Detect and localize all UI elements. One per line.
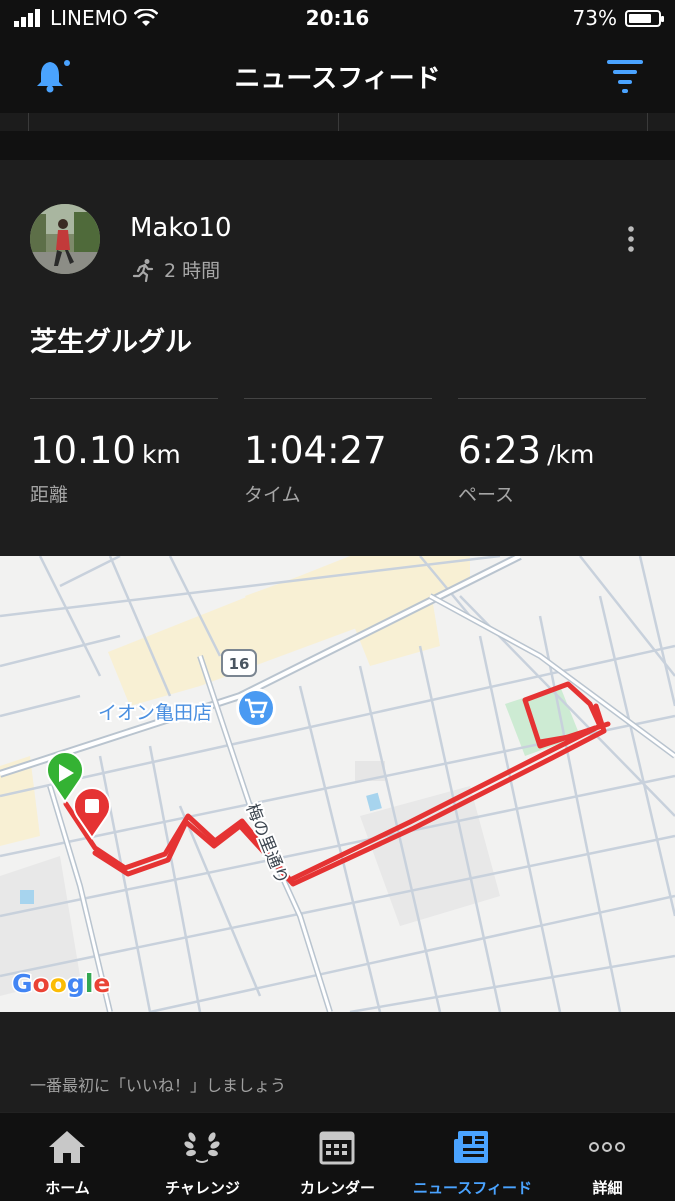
street-label: 梅の里通り xyxy=(241,801,291,887)
more-options-icon[interactable] xyxy=(619,224,643,254)
stat-distance-label: 距離 xyxy=(30,484,69,506)
likes-prompt[interactable]: 一番最初に「いいね！」しましょう xyxy=(30,1072,286,1096)
tab-newsfeed-label: ニュースフィード xyxy=(413,1179,532,1197)
activity-card[interactable]: Mako10 2 時間 芝生グルグル 10.10 km 距離 1:04:27 タイ… xyxy=(0,160,675,556)
tab-home-label: ホーム xyxy=(45,1179,90,1197)
activity-meta: 2 時間 xyxy=(132,256,220,283)
route-map[interactable]: 16 イオン亀田店 梅の里通り Google xyxy=(0,556,675,1012)
road-16-shield: 16 xyxy=(221,649,257,677)
battery-percent: 73% xyxy=(572,6,617,30)
tab-calendar-label: カレンダー xyxy=(299,1179,375,1197)
google-attribution: Google xyxy=(12,969,110,998)
tab-bar: ホーム チャレンジ カレンダー ニュースフィード 詳細 xyxy=(0,1112,675,1201)
newsfeed-icon xyxy=(454,1131,488,1163)
status-right: 73% xyxy=(572,6,664,30)
home-icon xyxy=(49,1131,85,1163)
avatar[interactable] xyxy=(30,204,100,274)
stat-pace: 6:23/km ペース xyxy=(458,398,646,507)
battery-icon xyxy=(625,9,664,27)
likes-section xyxy=(0,1012,675,1112)
tab-newsfeed[interactable]: ニュースフィード xyxy=(405,1113,540,1201)
laurel-icon xyxy=(184,1132,220,1163)
stat-distance-value: 10.10 xyxy=(30,429,136,472)
map-canvas: 16 イオン亀田店 梅の里通り Google xyxy=(0,556,675,1012)
activity-title[interactable]: 芝生グルグル xyxy=(30,320,192,359)
store-pin[interactable] xyxy=(236,688,276,728)
stop-marker xyxy=(73,787,111,840)
tab-home[interactable]: ホーム xyxy=(0,1113,135,1201)
stat-time-value: 1:04:27 xyxy=(244,429,387,472)
tab-more-label: 詳細 xyxy=(592,1179,623,1197)
road-number: 16 xyxy=(229,655,250,673)
tab-calendar[interactable]: カレンダー xyxy=(270,1113,405,1201)
previous-card-edge xyxy=(0,113,675,131)
username[interactable]: Mako10 xyxy=(130,213,232,243)
status-bar: LINEMO 20:16 73% xyxy=(0,0,675,38)
stat-distance-unit: km xyxy=(141,440,181,469)
stat-pace-unit: /km xyxy=(547,440,595,469)
calendar-icon xyxy=(319,1131,355,1165)
more-dots-icon xyxy=(589,1142,625,1152)
stat-pace-label: ペース xyxy=(458,484,515,506)
stat-time: 1:04:27 タイム xyxy=(244,398,432,507)
tab-challenges[interactable]: チャレンジ xyxy=(135,1113,270,1201)
tab-challenges-label: チャレンジ xyxy=(165,1179,240,1197)
filter-icon[interactable] xyxy=(605,58,645,94)
place-label: イオン亀田店 xyxy=(98,702,212,724)
tab-more[interactable]: 詳細 xyxy=(540,1113,675,1201)
time-ago: 2 時間 xyxy=(164,260,221,282)
stat-time-label: タイム xyxy=(244,484,301,506)
stat-pace-value: 6:23 xyxy=(458,429,542,472)
running-icon xyxy=(132,258,154,282)
stat-distance: 10.10 km 距離 xyxy=(30,398,218,507)
nav-bar: ニュースフィード xyxy=(0,38,675,113)
avatar-photo xyxy=(30,204,100,274)
page-title: ニュースフィード xyxy=(234,64,441,94)
